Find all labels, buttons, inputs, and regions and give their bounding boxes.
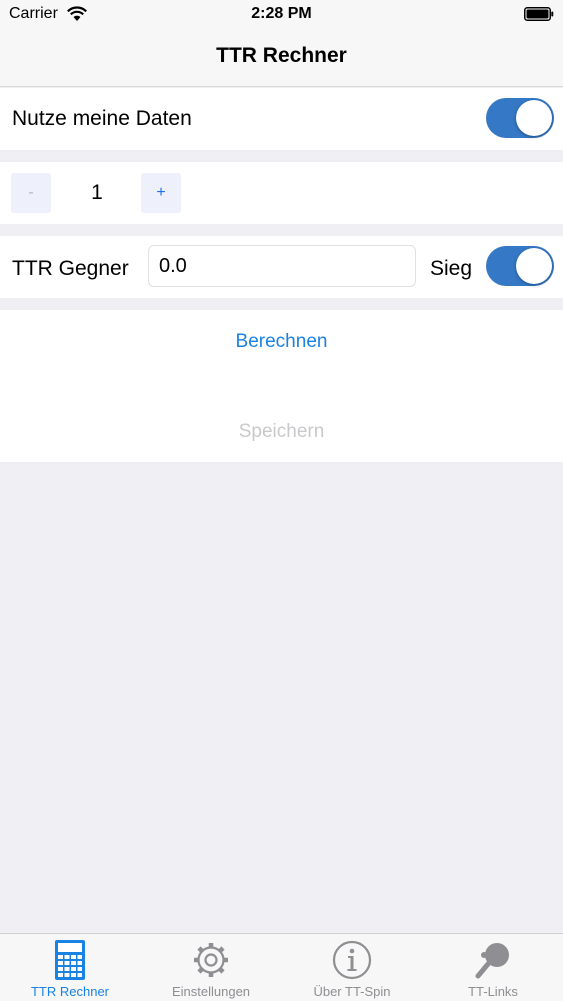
status-time: 2:28 PM [251,5,312,22]
own-data-toggle[interactable] [486,98,554,138]
info-icon [332,940,372,980]
top-bar: Carrier 2:28 PM TTR Rechner [0,0,563,87]
stepper-row: - 1 + [0,162,563,224]
win-toggle[interactable] [486,246,554,286]
tab-ueber-tt-spin[interactable]: Über TT-Spin [282,934,422,1001]
paddle-icon [475,943,509,979]
tab-ttr-rechner[interactable]: TTR Rechner [0,934,140,1001]
battery-icon [524,7,554,21]
tab-bar: TTR Rechner Einstellungen Über TT-Spin T… [0,933,563,1001]
tab-label: TTR Rechner [30,984,110,999]
page-title: TTR Rechner [216,44,347,67]
decrement-button[interactable]: - [11,173,51,213]
save-button[interactable]: Speichern [0,421,563,443]
calculator-icon [55,940,85,980]
own-data-label: Nutze meine Daten [12,107,192,130]
tab-tt-links[interactable]: TT-Links [423,934,563,1001]
toggle-knob [516,100,552,136]
actions-section: Berechnen Speichern [0,310,563,462]
tab-label: Einstellungen [171,984,251,999]
opponent-row: TTR Gegner 0.0 Sieg [0,236,563,298]
tab-label: TT-Links [468,984,518,999]
opponent-ttr-label: TTR Gegner [12,257,129,280]
gear-icon [194,943,228,977]
opponent-ttr-input[interactable]: 0.0 [148,245,416,287]
toggle-knob [516,248,552,284]
increment-button[interactable]: + [141,173,181,213]
win-label: Sieg [430,257,473,280]
stepper-value: 1 [91,181,103,204]
calculate-button[interactable]: Berechnen [0,331,563,353]
tab-label: Über TT-Spin [313,984,391,999]
tab-einstellungen[interactable]: Einstellungen [141,934,281,1001]
own-data-row: Nutze meine Daten [0,88,563,150]
